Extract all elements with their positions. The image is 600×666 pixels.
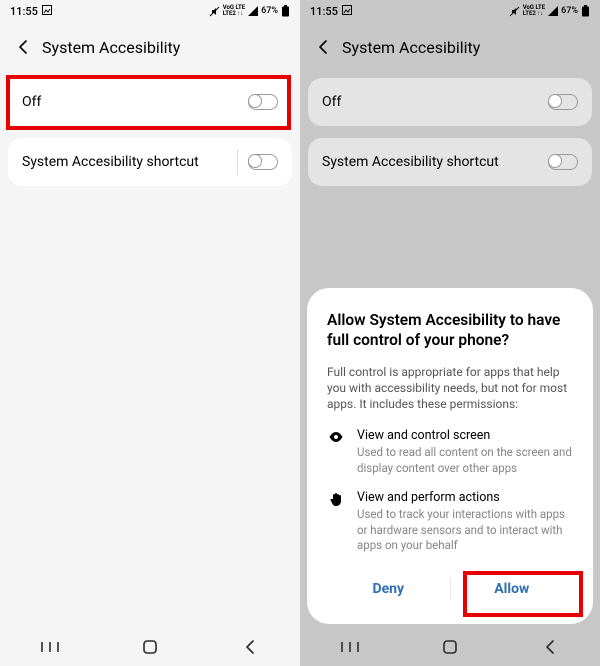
mute-icon — [209, 6, 220, 17]
nav-recent[interactable] — [339, 636, 361, 658]
status-bar: 11:55 VoG LTELTE2 ↑↓ 67% — [0, 0, 300, 22]
battery-icon — [581, 5, 590, 17]
service-toggle — [548, 94, 578, 110]
service-state-label: Off — [322, 94, 548, 110]
row-divider — [537, 149, 538, 175]
status-bar: 11:55 VoG LTELTE2 ↑↓ 67% — [300, 0, 600, 22]
battery-pct: 67% — [261, 6, 278, 16]
nav-bar — [0, 628, 300, 666]
screen-settings: 11:55 VoG LTELTE2 ↑↓ 67% System Accesibi… — [0, 0, 300, 666]
back-button[interactable] — [314, 37, 334, 57]
service-state-label: Off — [22, 94, 248, 110]
shortcut-label: System Accesibility shortcut — [322, 154, 527, 170]
settings-rows: Off System Accesibility shortcut — [300, 72, 600, 186]
nav-back[interactable] — [539, 636, 561, 658]
perm1-title: View and control screen — [357, 428, 573, 443]
permission-dialog: Allow System Accesibility to have full c… — [307, 288, 593, 624]
nav-recent[interactable] — [39, 636, 61, 658]
signal-icon — [548, 6, 558, 16]
perm2-title: View and perform actions — [357, 490, 573, 505]
eye-icon — [327, 428, 345, 476]
page-header: System Accesibility — [300, 22, 600, 72]
service-toggle[interactable] — [248, 94, 278, 110]
screenshot-icon — [342, 5, 352, 18]
back-button[interactable] — [14, 37, 34, 57]
perm1-text: Used to read all content on the screen a… — [357, 445, 573, 476]
page-title: System Accesibility — [42, 38, 180, 57]
shortcut-toggle[interactable] — [248, 154, 278, 170]
status-time: 11:55 — [10, 5, 38, 18]
perm2-text: Used to track your interactions with app… — [357, 507, 573, 554]
nav-back[interactable] — [239, 636, 261, 658]
status-time: 11:55 — [310, 5, 338, 18]
settings-rows: Off System Accesibility shortcut — [0, 72, 300, 186]
status-right: VoG LTELTE2 ↑↓ 67% — [209, 5, 290, 17]
screen-permission-dialog: 11:55 VoG LTELTE2 ↑↓ 67% System Accesibi… — [300, 0, 600, 666]
dialog-actions: Deny Allow — [327, 568, 573, 610]
permission-perform-actions: View and perform actions Used to track y… — [327, 490, 573, 554]
row-divider — [237, 149, 238, 175]
nav-home[interactable] — [439, 636, 461, 658]
deny-button[interactable]: Deny — [327, 581, 450, 597]
shortcut-label: System Accesibility shortcut — [22, 154, 227, 170]
row-shortcut[interactable]: System Accesibility shortcut — [8, 138, 292, 186]
page-header: System Accesibility — [0, 22, 300, 72]
network-label: VoG LTELTE2 ↑↓ — [523, 5, 545, 17]
dialog-description: Full control is appropriate for apps tha… — [327, 364, 573, 413]
battery-pct: 67% — [561, 6, 578, 16]
permission-view-screen: View and control screen Used to read all… — [327, 428, 573, 476]
network-label: VoG LTELTE2 ↑↓ — [223, 5, 245, 17]
status-right: VoG LTELTE2 ↑↓ 67% — [509, 5, 590, 17]
shortcut-toggle — [548, 154, 578, 170]
row-shortcut: System Accesibility shortcut — [308, 138, 592, 186]
row-service-toggle[interactable]: Off — [8, 78, 292, 126]
screenshot-icon — [42, 5, 52, 18]
allow-button[interactable]: Allow — [451, 581, 574, 597]
signal-icon — [248, 6, 258, 16]
nav-bar — [300, 628, 600, 666]
hand-icon — [327, 490, 345, 554]
mute-icon — [509, 6, 520, 17]
dialog-title: Allow System Accesibility to have full c… — [327, 310, 573, 350]
row-service-toggle: Off — [308, 78, 592, 126]
nav-home[interactable] — [139, 636, 161, 658]
battery-icon — [281, 5, 290, 17]
page-title: System Accesibility — [342, 38, 480, 57]
